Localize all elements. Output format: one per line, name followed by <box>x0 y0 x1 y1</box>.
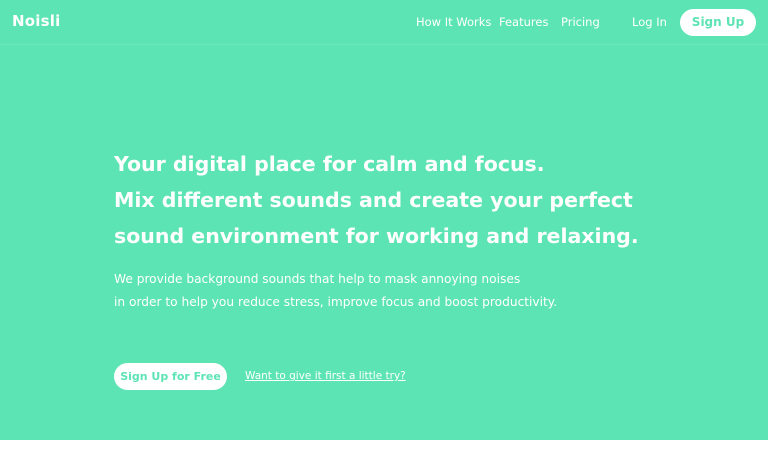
try-it-first-link[interactable]: Want to give it first a little try? <box>245 370 406 382</box>
signup-for-free-button[interactable]: Sign Up for Free <box>114 363 227 390</box>
login-link[interactable]: Log In <box>632 15 667 29</box>
hero-headline: Your digital place for calm and focus. M… <box>114 146 674 254</box>
subtext-line-1: We provide background sounds that help t… <box>114 272 521 286</box>
signup-button[interactable]: Sign Up <box>680 9 756 36</box>
nav-pricing-link[interactable]: Pricing <box>561 15 600 29</box>
headline-line-1: Your digital place for calm and focus. <box>114 152 545 176</box>
below-hero-area <box>0 440 768 458</box>
nav-features-link[interactable]: Features <box>499 15 548 29</box>
headline-line-3: sound environment for working and relaxi… <box>114 224 639 248</box>
headline-line-2: Mix different sounds and create your per… <box>114 188 633 212</box>
hero-subtext: We provide background sounds that help t… <box>114 268 674 313</box>
top-navigation-bar: Noisli How It Works Features Pricing Log… <box>0 0 768 45</box>
nav-how-it-works-link[interactable]: How It Works <box>416 15 491 29</box>
noisli-logo[interactable]: Noisli <box>12 12 60 30</box>
subtext-line-2: in order to help you reduce stress, impr… <box>114 294 558 309</box>
hero-section: Noisli How It Works Features Pricing Log… <box>0 0 768 440</box>
